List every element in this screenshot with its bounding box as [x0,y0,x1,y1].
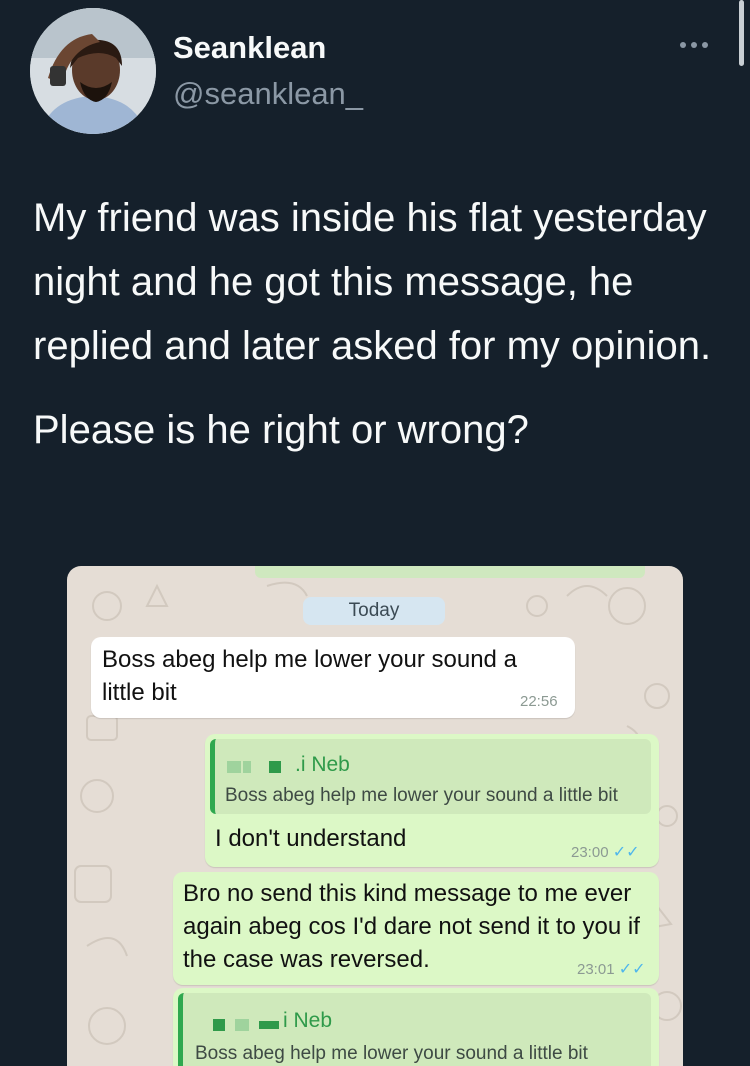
profile-photo [30,8,156,134]
avatar[interactable] [30,8,156,134]
date-separator: Today [303,597,445,625]
outgoing-message[interactable]: Bro no send this kind message to me ever… [173,872,659,985]
outgoing-message[interactable]: .i Neb Boss abeg help me lower your soun… [205,734,659,867]
message-time: 22:56 [520,693,558,710]
redacted-name-mark [269,761,281,773]
read-ticks-icon: ✓✓ [618,961,646,978]
message-text: Bro no send this kind message to me ever… [183,880,640,973]
message-time-label: 23:00 [571,844,609,861]
outgoing-message[interactable]: i Neb Boss abeg help me lower your sound… [173,988,659,1066]
redacted-name-mark [227,761,241,773]
tweet-paragraph: My friend was inside his flat yesterday … [33,196,712,368]
quoted-sender: .i Neb [295,753,350,776]
redacted-name-mark [213,1019,225,1031]
incoming-message[interactable]: Boss abeg help me lower your sound a lit… [91,637,575,718]
display-name[interactable]: Seanklean [173,30,326,66]
attached-image[interactable]: Today Boss abeg help me lower your sound… [67,566,683,1066]
user-handle[interactable]: @seanklean_ [173,76,363,112]
tweet-paragraph: Please is he right or wrong? [33,408,529,452]
message-text: Boss abeg help me lower your sound a lit… [102,646,517,706]
read-ticks-icon: ✓✓ [612,844,640,861]
message-time-label: 23:01 [577,961,615,978]
message-time: 23:01 ✓✓ [577,959,646,979]
redacted-name-mark [259,1021,279,1029]
tweet-body: My friend was inside his flat yesterday … [33,186,713,462]
scrollbar[interactable] [739,0,744,66]
message-time: 23:00 ✓✓ [571,842,640,862]
redacted-name-mark [243,761,251,773]
redacted-name-mark [235,1019,249,1031]
more-options-icon[interactable] [680,30,720,60]
quoted-message[interactable]: i Neb Boss abeg help me lower your sound… [178,993,651,1066]
message-text: I don't understand [215,825,407,852]
quoted-text: Boss abeg help me lower your sound a lit… [195,1043,588,1064]
quoted-sender: i Neb [283,1009,333,1032]
quoted-message[interactable]: .i Neb Boss abeg help me lower your soun… [210,739,651,814]
previous-message-edge [255,566,645,578]
quoted-text: Boss abeg help me lower your sound a lit… [225,785,618,806]
